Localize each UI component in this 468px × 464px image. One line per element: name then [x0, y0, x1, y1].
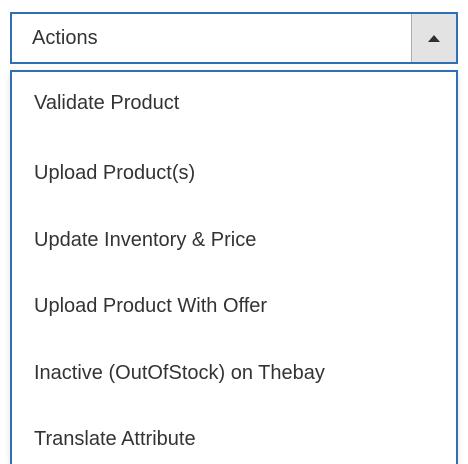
- menu-item-upload-product-with-offer[interactable]: Upload Product With Offer: [34, 295, 267, 318]
- menu-item-inactive-on-thebay[interactable]: Inactive (OutOfStock) on Thebay: [34, 362, 325, 385]
- actions-dropdown-widget: Actions Validate Product Upload Product(…: [0, 0, 468, 464]
- actions-dropdown[interactable]: Actions: [10, 12, 458, 64]
- caret-up-icon: [428, 34, 440, 42]
- menu-item-validate-product[interactable]: Validate Product: [34, 92, 179, 115]
- actions-dropdown-label[interactable]: Actions: [12, 14, 411, 62]
- dropdown-toggle-button[interactable]: [411, 14, 456, 62]
- menu-item-upload-products[interactable]: Upload Product(s): [34, 162, 195, 185]
- menu-item-update-inventory-price[interactable]: Update Inventory & Price: [34, 229, 256, 252]
- menu-item-translate-attribute[interactable]: Translate Attribute: [34, 428, 196, 451]
- actions-menu: Validate Product Upload Product(s) Updat…: [10, 70, 458, 464]
